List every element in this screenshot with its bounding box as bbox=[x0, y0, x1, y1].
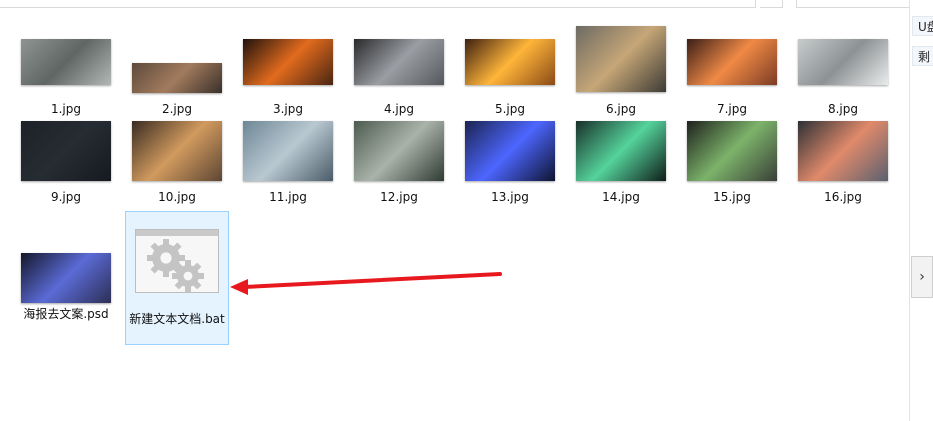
file-item[interactable]: 4.jpg bbox=[347, 22, 451, 116]
image-dark bbox=[21, 121, 111, 181]
file-name: 11.jpg bbox=[269, 190, 307, 204]
file-name: 15.jpg bbox=[713, 190, 751, 204]
file-name: 12.jpg bbox=[380, 190, 418, 204]
file-name: 海报去文案.psd bbox=[23, 307, 109, 321]
image-steel-beams bbox=[21, 39, 111, 85]
file-item[interactable]: 1.jpg bbox=[14, 22, 118, 116]
file-item[interactable]: 15.jpg bbox=[680, 117, 784, 207]
file-name: 10.jpg bbox=[158, 190, 196, 204]
image-furnace bbox=[243, 39, 333, 85]
file-name: 14.jpg bbox=[602, 190, 640, 204]
panel-item-remaining: 剩 bbox=[912, 46, 933, 66]
image-metal-sheets bbox=[243, 121, 333, 181]
file-name: 16.jpg bbox=[824, 190, 862, 204]
file-item[interactable]: 6.jpg bbox=[569, 22, 673, 116]
gears-icon bbox=[135, 229, 219, 293]
chevron-right-icon: › bbox=[919, 269, 925, 285]
file-name: 新建文本文档.bat bbox=[129, 312, 225, 326]
image-steel-rods bbox=[798, 39, 888, 85]
image-grinding bbox=[354, 121, 444, 181]
file-item[interactable]: 7.jpg bbox=[680, 22, 784, 116]
file-name: 3.jpg bbox=[272, 102, 304, 116]
file-item[interactable]: 16.jpg bbox=[791, 117, 895, 207]
file-item[interactable]: 海报去文案.psd bbox=[14, 214, 118, 321]
address-bar[interactable] bbox=[0, 0, 756, 8]
file-name: 6.jpg bbox=[605, 102, 637, 116]
image-welder bbox=[687, 121, 777, 181]
file-name: 4.jpg bbox=[383, 102, 415, 116]
file-item[interactable]: 新建文本文档.bat bbox=[125, 211, 229, 345]
file-item[interactable]: 11.jpg bbox=[236, 117, 340, 207]
file-name: 1.jpg bbox=[50, 102, 82, 116]
image-molten-pour bbox=[687, 39, 777, 85]
file-name: 9.jpg bbox=[50, 190, 82, 204]
refresh-button[interactable] bbox=[760, 0, 783, 8]
file-item[interactable]: 3.jpg bbox=[236, 22, 340, 116]
file-item[interactable]: 8.jpg bbox=[791, 22, 895, 116]
image-workshop bbox=[132, 121, 222, 181]
file-name: 7.jpg bbox=[716, 102, 748, 116]
file-item[interactable]: 12.jpg bbox=[347, 117, 451, 207]
top-bar bbox=[0, 0, 933, 8]
image-welding-blue bbox=[465, 121, 555, 181]
image-steel-coils bbox=[354, 39, 444, 85]
file-item[interactable]: 9.jpg bbox=[14, 117, 118, 207]
image-hot-bars bbox=[465, 39, 555, 85]
expand-button[interactable]: › bbox=[911, 256, 933, 298]
image-sparks bbox=[798, 121, 888, 181]
file-name: 13.jpg bbox=[491, 190, 529, 204]
file-name: 2.jpg bbox=[161, 102, 193, 116]
image-welding-sparks bbox=[21, 253, 111, 303]
file-name: 8.jpg bbox=[827, 102, 859, 116]
file-item[interactable]: 2.jpg bbox=[125, 22, 229, 116]
panel-item-usb[interactable]: U盘 bbox=[912, 16, 933, 36]
file-pane: 1.jpg 2.jpg 3.jpg 4.jpg 5.jpg 6.jpg 7.jpg 8.jpg… bbox=[0, 10, 909, 421]
file-item[interactable]: 14.jpg bbox=[569, 117, 673, 207]
image-factory-hall bbox=[132, 63, 222, 93]
image-construction bbox=[576, 26, 666, 92]
file-name: 5.jpg bbox=[494, 102, 526, 116]
right-panel: U盘 剩 › bbox=[909, 0, 933, 421]
image-welding-green bbox=[576, 121, 666, 181]
file-item[interactable]: 10.jpg bbox=[125, 117, 229, 207]
file-item[interactable]: 13.jpg bbox=[458, 117, 562, 207]
file-item[interactable]: 5.jpg bbox=[458, 22, 562, 116]
